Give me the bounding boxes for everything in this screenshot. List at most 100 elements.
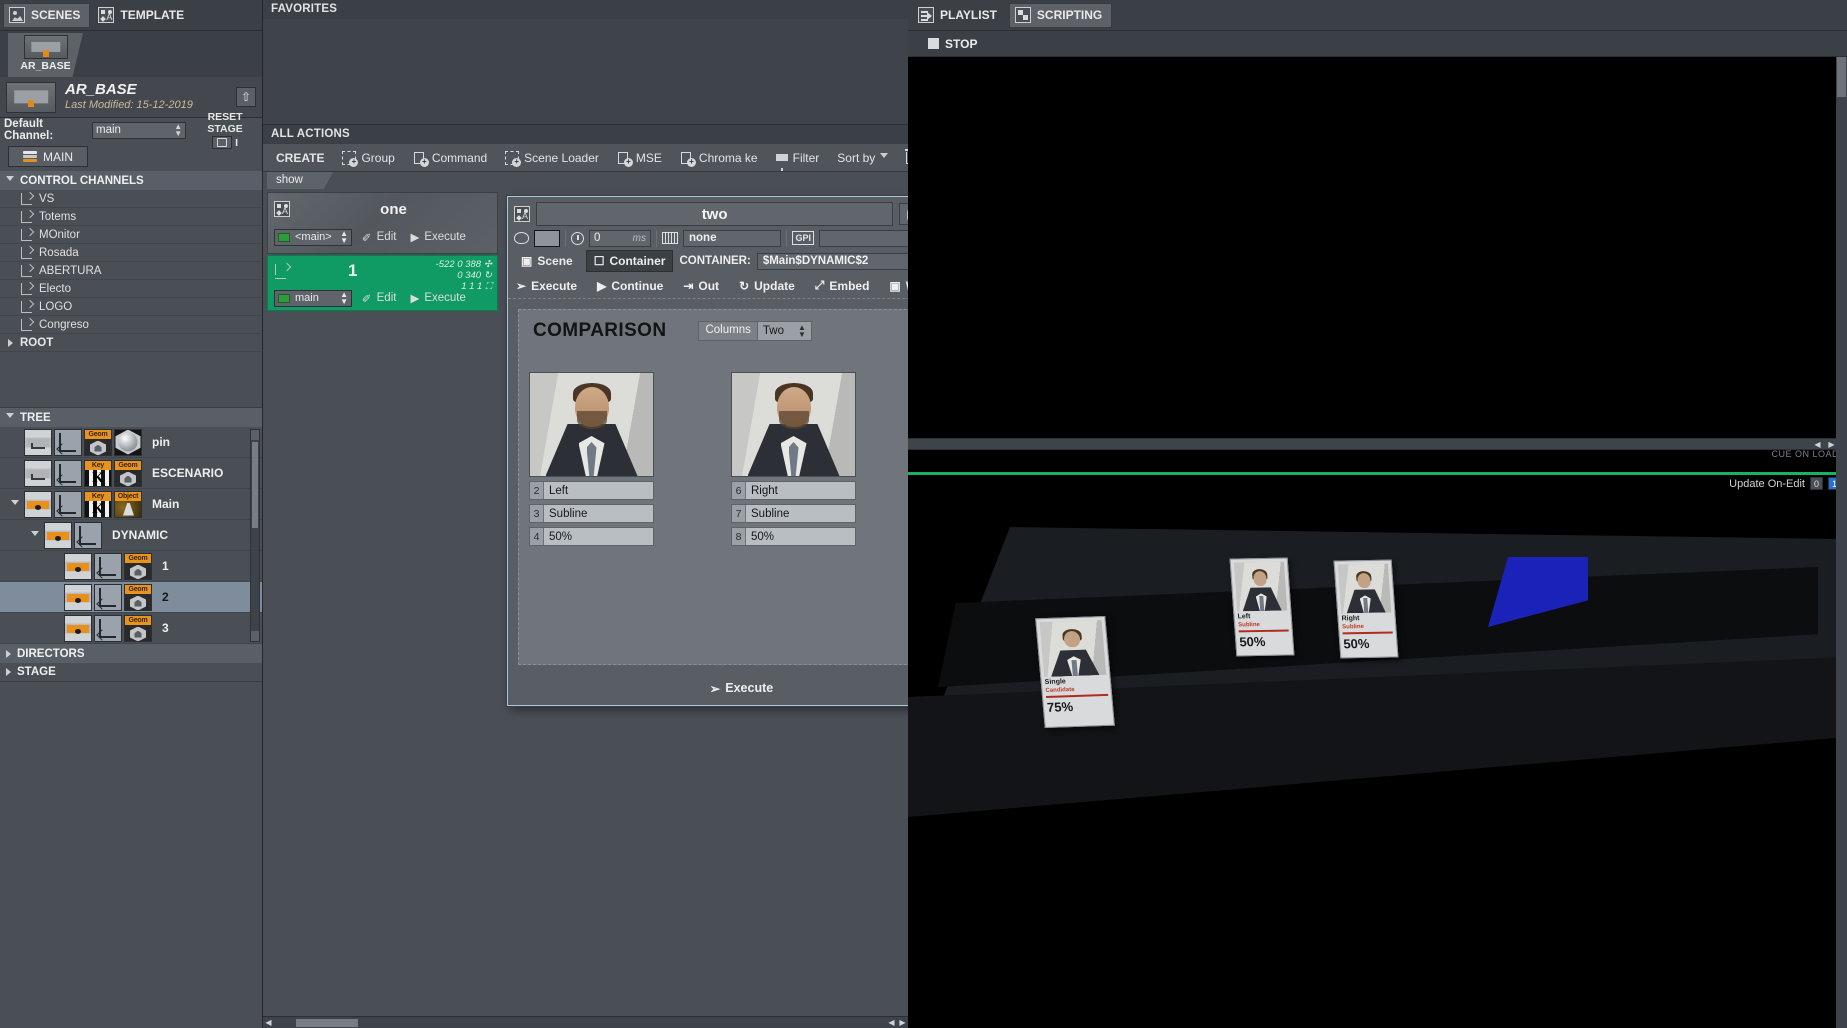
favorites-body[interactable] — [263, 19, 908, 125]
stop-button[interactable]: STOP — [928, 37, 977, 51]
tree-row[interactable]: KeyKObjectMain — [0, 489, 262, 520]
action-transform-execute-button[interactable]: ▶ Execute — [406, 291, 469, 305]
visibility-on-icon[interactable] — [64, 584, 92, 611]
axis-icon[interactable] — [54, 429, 82, 456]
add-group-button[interactable]: + Group — [333, 148, 403, 168]
footer-execute-button[interactable]: ➢ Execute — [710, 681, 773, 696]
control-channel-logo[interactable]: LOGO — [0, 298, 262, 316]
columns-select-group[interactable]: Columns Two ▲▼ — [698, 321, 811, 341]
tree-row[interactable]: DYNAMIC — [0, 520, 262, 551]
columns-select[interactable]: Two ▲▼ — [757, 322, 811, 340]
create-button[interactable]: CREATE — [267, 148, 333, 168]
field-input[interactable]: Subline — [745, 505, 855, 522]
action-one-edit-button[interactable]: ✏ Edit — [358, 230, 400, 244]
field-input[interactable]: 50% — [543, 528, 653, 545]
mode-container-button[interactable]: ☐ Container — [586, 250, 674, 272]
tab-playlist[interactable]: PLAYLIST — [912, 3, 1007, 28]
axis-icon[interactable] — [94, 553, 122, 580]
add-mse-button[interactable]: + MSE — [608, 148, 671, 168]
action-card-transform[interactable]: 1 -522 0 388✣ 0 340↻ 1 1 1⛶ main ▲▼ ✏ — [267, 255, 498, 311]
axis-icon[interactable] — [94, 615, 122, 642]
visibility-off-icon[interactable] — [24, 460, 52, 487]
field-input[interactable]: 50% — [745, 528, 855, 545]
color-swatch[interactable] — [534, 230, 560, 247]
tree-row[interactable]: KeyKGeomESCENARIO — [0, 458, 262, 489]
control-channel-electo[interactable]: Electo — [0, 280, 262, 298]
sphere-icon[interactable] — [114, 429, 142, 456]
center-horizontal-scrollbar[interactable]: ◀ ◀ ▶ — [263, 1016, 908, 1028]
remove-all-button[interactable]: Remove All — [897, 148, 908, 168]
portrait-photo[interactable] — [529, 372, 654, 477]
default-channel-select[interactable]: main ▲▼ — [92, 122, 186, 139]
dialog-title-input[interactable]: two — [536, 202, 893, 226]
axis-icon[interactable] — [54, 460, 82, 487]
tree-list[interactable]: GeompinKeyKGeomESCENARIOKeyKObjectMainDY… — [0, 427, 262, 644]
scene-tab-ar-base[interactable]: AR_BASE — [8, 33, 83, 77]
reset-stage-button[interactable] — [212, 136, 232, 149]
visibility-on-icon[interactable] — [24, 491, 52, 518]
add-chroma-key-button[interactable]: + Chroma ke — [671, 148, 767, 168]
dialog-out-button[interactable]: ⇥ Out — [683, 279, 719, 293]
scroll-down-button[interactable] — [251, 631, 259, 641]
control-channel-rosada[interactable]: Rosada — [0, 244, 262, 262]
form-field[interactable]: 6Right — [731, 481, 856, 500]
visibility-on-icon[interactable] — [64, 553, 92, 580]
scroll-right-button[interactable]: ▶ — [897, 1017, 908, 1028]
action-one-execute-button[interactable]: ▶ Execute — [406, 230, 469, 244]
action-card-one[interactable]: A one <main> ▲▼ ✏ Edit ▶ Execute — [267, 192, 498, 254]
tree-header[interactable]: TREE — [0, 408, 262, 427]
trigger-input[interactable]: none — [683, 230, 781, 247]
geom-tag-icon[interactable]: Geom — [124, 584, 152, 611]
action-dialog-two[interactable]: A two ▣ Window 0 ms none GPI ▲▼ — [507, 196, 976, 706]
form-field[interactable]: 3Subline — [529, 504, 654, 523]
delay-input[interactable]: 0 ms — [589, 230, 651, 247]
geom-tag-icon[interactable]: Geom — [124, 553, 152, 580]
tree-row[interactable]: Geom3 — [0, 613, 262, 644]
center-scrollbar-thumb[interactable] — [296, 1019, 358, 1027]
geom-tag-icon[interactable]: Geom — [124, 615, 152, 642]
key-tag-icon[interactable]: KeyK — [84, 460, 112, 487]
action-transform-channel-select[interactable]: main ▲▼ — [274, 290, 352, 307]
right-vertical-scrollbar[interactable] — [1836, 57, 1847, 1028]
stage-timeline-bar[interactable]: ◀ ▶ — [908, 438, 1847, 450]
scroll-left-button-2[interactable]: ◀ — [886, 1017, 897, 1028]
dialog-continue-button[interactable]: ▶ Continue — [597, 279, 663, 293]
tree-row[interactable]: Geompin — [0, 427, 262, 458]
control-channel-abertura[interactable]: ABERTURA — [0, 262, 262, 280]
object-tag-icon[interactable]: Object — [114, 491, 142, 518]
dialog-execute-button[interactable]: ➢ Execute — [516, 279, 577, 293]
tree-scrollbar[interactable] — [250, 429, 260, 642]
tree-scrollbar-thumb[interactable] — [252, 442, 258, 528]
scroll-up-button[interactable] — [251, 430, 259, 440]
field-input[interactable]: Right — [745, 482, 855, 499]
control-channels-header[interactable]: CONTROL CHANNELS — [0, 171, 262, 190]
stage-preview[interactable]: ◀ ▶ CUE ON LOAD Update On-Edit 0 1 Singl… — [908, 57, 1847, 1028]
tab-template[interactable]: A TEMPLATE — [92, 3, 194, 28]
tab-scenes[interactable]: SCENES — [3, 3, 90, 28]
field-input[interactable]: Left — [543, 482, 653, 499]
axis-icon[interactable] — [54, 491, 82, 518]
key-tag-icon[interactable]: KeyK — [84, 491, 112, 518]
form-field[interactable]: 850% — [731, 527, 856, 546]
tree-row[interactable]: Geom2 — [0, 582, 262, 613]
form-field[interactable]: 7Subline — [731, 504, 856, 523]
control-channel-totems[interactable]: Totems — [0, 208, 262, 226]
visibility-on-icon[interactable] — [64, 615, 92, 642]
on-edit-off-button[interactable]: 0 — [1810, 477, 1823, 490]
tab-scripting[interactable]: SCRIPTING — [1009, 3, 1112, 28]
form-field[interactable]: 450% — [529, 527, 654, 546]
dialog-update-button[interactable]: ↻ Update — [739, 279, 795, 293]
axis-icon[interactable] — [74, 522, 102, 549]
control-channel-monitor[interactable]: MOnitor — [0, 226, 262, 244]
main-channel-button[interactable]: MAIN — [8, 146, 88, 167]
geom-tag-icon[interactable]: Geom — [114, 460, 142, 487]
tree-row[interactable]: Geom1 — [0, 551, 262, 582]
directors-header[interactable]: DIRECTORS — [0, 644, 262, 663]
add-scene-loader-button[interactable]: + Scene Loader — [496, 148, 608, 168]
form-field[interactable]: 2Left — [529, 481, 654, 500]
visibility-off-icon[interactable] — [24, 429, 52, 456]
mode-scene-button[interactable]: ▣ Scene — [514, 251, 580, 271]
scroll-left-button[interactable]: ◀ — [263, 1017, 274, 1028]
portrait-photo[interactable] — [731, 372, 856, 477]
dialog-embed-button[interactable]: ⤢ Embed — [815, 278, 870, 293]
